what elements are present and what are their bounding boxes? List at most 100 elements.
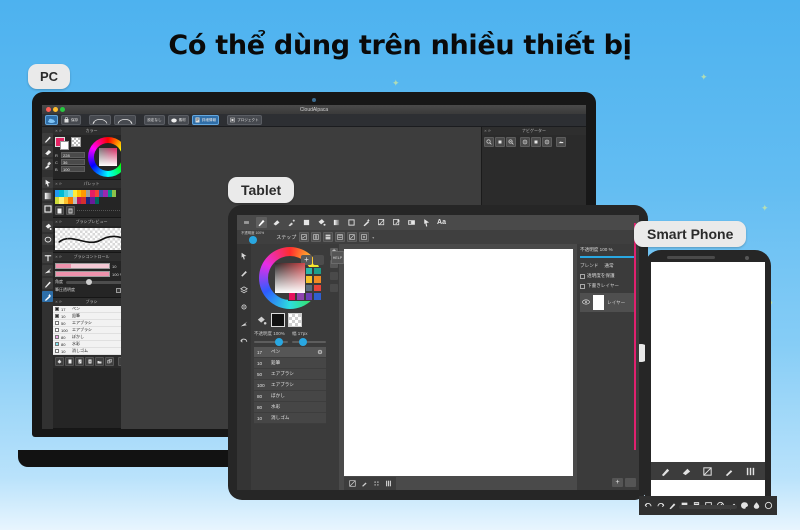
- palette-swatch[interactable]: [313, 283, 322, 293]
- eye-icon[interactable]: [582, 299, 590, 306]
- menu-icon[interactable]: [241, 217, 252, 228]
- protect-alpha-row[interactable]: 透明度を保護: [580, 273, 636, 279]
- phone-screen[interactable]: [651, 262, 765, 499]
- brush-list-item[interactable]: 80 水彩: [53, 341, 130, 348]
- tool-canvas-button[interactable]: [406, 217, 417, 228]
- color-square[interactable]: [99, 148, 117, 166]
- step-4-icon[interactable]: [335, 232, 346, 242]
- tablet-color-square[interactable]: [275, 263, 305, 293]
- tool-eraser-button[interactable]: [42, 146, 53, 157]
- brush-list-item[interactable]: 50 エアブラシ: [254, 369, 326, 380]
- toolbar-save-button[interactable]: 保存: [61, 115, 82, 125]
- tool-wand-button[interactable]: [361, 217, 372, 228]
- draft-layer-row[interactable]: 下書きレイヤー: [580, 283, 636, 289]
- columns-icon[interactable]: [745, 466, 756, 477]
- brush-list-item[interactable]: 80 水彩: [254, 402, 326, 413]
- protect-alpha-checkbox[interactable]: [580, 273, 585, 279]
- brush-angle-slider[interactable]: [66, 278, 123, 285]
- palette-swatch[interactable]: [304, 292, 314, 301]
- rgb-value[interactable]: 36: [61, 159, 85, 165]
- step-1-icon[interactable]: [299, 232, 310, 242]
- rotate-right-icon[interactable]: [542, 137, 552, 147]
- brush-list-item[interactable]: 100 エアブラシ: [53, 327, 130, 334]
- new-layer-icon[interactable]: [65, 357, 74, 366]
- step-6-icon[interactable]: [359, 232, 370, 242]
- delete-layer-button[interactable]: [625, 478, 636, 487]
- tool-gradient-button[interactable]: [331, 217, 342, 228]
- tablet-width-slider[interactable]: [292, 338, 326, 346]
- delete-palette-icon[interactable]: [66, 206, 75, 215]
- tool-gradient-button[interactable]: [42, 190, 53, 201]
- step-5-icon[interactable]: [347, 232, 358, 242]
- columns-icon[interactable]: [384, 480, 392, 488]
- panel-controls-icon[interactable]: ✕ ⟳: [55, 255, 62, 259]
- palette-swatch[interactable]: [288, 292, 297, 301]
- tool-move-button[interactable]: [391, 217, 402, 228]
- pencil-icon[interactable]: [668, 501, 677, 510]
- blend-mode-row[interactable]: ブレンド 通常: [580, 263, 636, 269]
- toolbar-material-button[interactable]: 素材: [167, 115, 189, 125]
- settings-icon[interactable]: [239, 301, 250, 312]
- tool-move-button[interactable]: [42, 265, 53, 276]
- step-2-icon[interactable]: [311, 232, 322, 242]
- tool-select-rect-button[interactable]: [346, 217, 357, 228]
- foreground-color[interactable]: [271, 313, 285, 327]
- tool-brush-button[interactable]: [42, 159, 53, 170]
- tablet-brush-list[interactable]: 17 ペン 10 鉛筆 50 エアブラシ 100 エアブラシ 80 ぼかし 80 水彩 10 消しゴム: [254, 347, 326, 424]
- transparent-swatch[interactable]: [71, 137, 81, 147]
- eraser-icon[interactable]: [681, 466, 692, 477]
- panel-controls-icon[interactable]: ✕ ⟳: [55, 182, 62, 186]
- tool-lasso-button[interactable]: [42, 234, 53, 245]
- zoom-out-icon[interactable]: [506, 137, 516, 147]
- bucket-icon[interactable]: [254, 313, 268, 327]
- brush-list-item[interactable]: 10 鉛筆: [254, 358, 326, 369]
- brush-list-item[interactable]: 100 エアブラシ: [254, 380, 326, 391]
- tool-select-arrow-button[interactable]: [42, 177, 53, 188]
- rgb-value[interactable]: 228: [61, 152, 85, 158]
- select-none-icon[interactable]: [702, 466, 713, 477]
- add-layer-button[interactable]: +: [612, 478, 623, 487]
- brush-list-item[interactable]: 10 消しゴム: [254, 413, 326, 424]
- copy-layer-icon[interactable]: [75, 357, 84, 366]
- tool-pointer-button[interactable]: [421, 217, 432, 228]
- select-none-icon[interactable]: [348, 480, 356, 488]
- tablet-opacity-slider[interactable]: [254, 338, 288, 346]
- palette-swatch[interactable]: [304, 283, 314, 293]
- brush-list-item[interactable]: 80 ぼかし: [254, 391, 326, 402]
- brush-list-item[interactable]: 50 エアブラシ: [53, 320, 130, 327]
- brush-list-item[interactable]: 17 ペン: [254, 347, 326, 358]
- palette-swatch[interactable]: [313, 292, 322, 301]
- brush-up-button[interactable]: [330, 272, 338, 280]
- palette-swatch[interactable]: [94, 197, 99, 204]
- palette-swatch[interactable]: [296, 292, 305, 301]
- rotate-reset-icon[interactable]: [531, 137, 541, 147]
- brush-list[interactable]: 17 ペン 10 鉛筆 50 エアブラシ 100 エアブラシ 80 ぼかし 80 水彩 10 消しゴム: [53, 306, 130, 355]
- toolbar-undo-button[interactable]: [89, 115, 112, 125]
- redo-icon[interactable]: [656, 501, 665, 510]
- tool-eraser-button[interactable]: [271, 217, 282, 228]
- pointer-icon[interactable]: [239, 250, 250, 261]
- tool-blur-button[interactable]: [286, 217, 297, 228]
- pen-icon[interactable]: [239, 267, 250, 278]
- merge-icon[interactable]: [105, 357, 114, 366]
- tool-wand-button[interactable]: [42, 291, 53, 302]
- tool-pencil-button[interactable]: [42, 278, 53, 289]
- panel-controls-icon[interactable]: ✕ ⟳: [55, 129, 62, 133]
- panel-controls-icon[interactable]: ✕ ⟳: [55, 220, 62, 224]
- brush-size-slider[interactable]: [55, 263, 110, 269]
- toolbar-cloud-button[interactable]: [45, 115, 58, 125]
- draft-layer-checkbox[interactable]: [580, 283, 585, 289]
- flip-icon[interactable]: [556, 137, 566, 147]
- tool-bucket-button[interactable]: [42, 221, 53, 232]
- toolbar-redo-button[interactable]: [114, 115, 137, 125]
- tablet-canvas-area[interactable]: HELP: [331, 244, 577, 490]
- brush-list-item[interactable]: 10 鉛筆: [53, 313, 130, 320]
- palette-swatch[interactable]: [304, 267, 314, 276]
- help-badge[interactable]: HELP: [331, 251, 344, 264]
- palette-icon[interactable]: [740, 501, 749, 510]
- tool-transform-button[interactable]: [376, 217, 387, 228]
- circle-icon[interactable]: [764, 501, 773, 510]
- delete-swatch-button[interactable]: [313, 255, 324, 265]
- palette-swatch-grid[interactable]: [55, 190, 117, 204]
- drop-icon[interactable]: [752, 501, 761, 510]
